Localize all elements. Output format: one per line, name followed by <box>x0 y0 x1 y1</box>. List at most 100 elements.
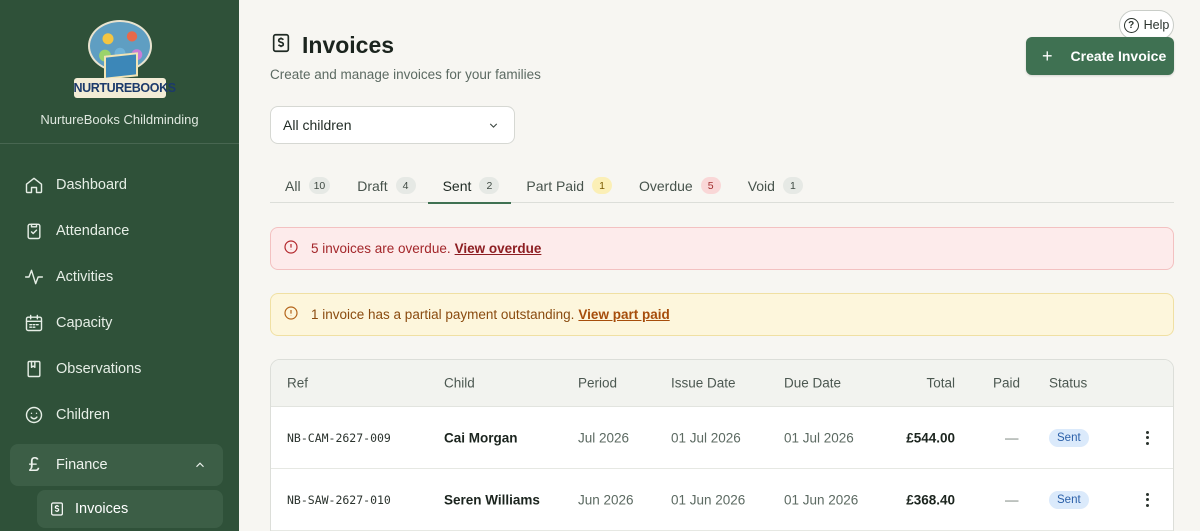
tab-count: 2 <box>479 177 500 194</box>
invoice-period: Jun 2026 <box>578 492 634 507</box>
tab-draft[interactable]: Draft 4 <box>342 168 427 203</box>
sidebar-item-activities[interactable]: Activities <box>0 254 239 300</box>
column-header-due-date[interactable]: Due Date <box>784 376 841 391</box>
help-icon: ? <box>1123 17 1139 33</box>
create-invoice-label: Create Invoice <box>1070 48 1167 64</box>
invoice-ref: NB-SAW-2627-010 <box>287 492 391 507</box>
invoice-total: £544.00 <box>906 430 955 445</box>
plus-icon: + <box>1042 46 1053 66</box>
help-label: Help <box>1143 18 1170 32</box>
sidebar-nav: Dashboard Attendance Activities Capacity… <box>0 144 239 528</box>
column-header-status[interactable]: Status <box>1049 376 1087 391</box>
tab-label: All <box>285 177 301 194</box>
invoice-child: Cai Morgan <box>444 430 518 445</box>
overdue-alert-message: 5 invoices are overdue. <box>311 241 451 256</box>
page-subtitle: Create and manage invoices for your fami… <box>270 67 541 82</box>
view-overdue-link[interactable]: View overdue <box>455 241 542 256</box>
table-row[interactable]: NB-SAW-2627-010 Seren Williams Jun 2026 … <box>271 469 1173 531</box>
invoice-period: Jul 2026 <box>578 430 630 445</box>
chevron-up-icon <box>193 458 207 476</box>
tab-label: Overdue <box>639 177 693 194</box>
tab-count: 5 <box>700 177 721 194</box>
page-title: Invoices <box>302 32 395 58</box>
chevron-down-icon <box>487 119 500 135</box>
create-invoice-button[interactable]: + Create Invoice <box>1026 37 1174 75</box>
logo-wordmark: NURTUREBOOKS <box>73 78 176 98</box>
status-tabs: All 10 Draft 4 Sent 2 Part Paid 1 Overdu… <box>270 168 1174 204</box>
sidebar-item-label: Invoices <box>75 501 129 517</box>
table-row[interactable]: NB-CAM-2627-009 Cai Morgan Jul 2026 01 J… <box>271 407 1173 469</box>
sidebar-item-attendance[interactable]: Attendance <box>0 208 239 254</box>
sidebar: NURTUREBOOKS NurtureBooks Childminding D… <box>0 0 239 531</box>
tab-count: 10 <box>308 177 331 194</box>
column-header-paid[interactable]: Paid <box>993 376 1020 391</box>
activity-icon <box>24 267 44 287</box>
clipboard-check-icon <box>24 221 44 241</box>
tab-part-paid[interactable]: Part Paid 1 <box>511 168 624 203</box>
invoices-table: Ref Child Period Issue Date Due Date Tot… <box>270 359 1174 531</box>
tab-label: Draft <box>357 177 388 194</box>
tab-label: Sent <box>442 177 472 194</box>
part-paid-alert-text: 1 invoice has a partial payment outstand… <box>311 307 670 322</box>
invoice-icon <box>270 32 292 59</box>
part-paid-alert: 1 invoice has a partial payment outstand… <box>270 293 1174 336</box>
invoice-due-date: 01 Jun 2026 <box>784 492 859 507</box>
column-header-issue-date[interactable]: Issue Date <box>671 376 736 391</box>
invoice-icon <box>49 501 65 517</box>
sidebar-item-dashboard[interactable]: Dashboard <box>0 162 239 208</box>
column-header-period[interactable]: Period <box>578 376 617 391</box>
sidebar-group-label: Finance <box>56 457 108 473</box>
sidebar-item-invoices[interactable]: Invoices <box>37 490 223 528</box>
invoice-total: £368.40 <box>906 492 955 507</box>
child-filter-select[interactable]: All children <box>270 106 515 144</box>
invoice-paid: — <box>1005 430 1019 445</box>
invoice-child: Seren Williams <box>444 492 540 507</box>
status-badge: Sent <box>1049 490 1089 509</box>
alert-circle-icon <box>283 239 299 258</box>
nurturebooks-logo[interactable]: NURTUREBOOKS <box>73 20 176 98</box>
invoice-due-date: 01 Jul 2026 <box>784 430 854 445</box>
alert-circle-icon <box>283 305 299 324</box>
sidebar-item-label: Children <box>56 407 110 423</box>
tab-overdue[interactable]: Overdue 5 <box>624 168 733 203</box>
view-part-paid-link[interactable]: View part paid <box>578 307 669 322</box>
tab-label: Void <box>747 177 775 194</box>
pound-icon: £ <box>28 454 40 476</box>
sidebar-item-label: Attendance <box>56 223 130 239</box>
overdue-alert: 5 invoices are overdue. View overdue <box>270 227 1174 270</box>
child-filter-value: All children <box>283 117 352 133</box>
invoice-ref: NB-CAM-2627-009 <box>287 430 391 445</box>
column-header-total[interactable]: Total <box>926 376 955 391</box>
sidebar-item-label: Capacity <box>56 315 113 331</box>
column-header-child[interactable]: Child <box>444 376 475 391</box>
table-header: Ref Child Period Issue Date Due Date Tot… <box>271 360 1173 407</box>
help-button[interactable]: ? Help <box>1119 10 1174 40</box>
tab-count: 1 <box>782 177 803 194</box>
sidebar-group-finance[interactable]: £ Finance <box>10 444 223 486</box>
book-icon <box>24 359 44 379</box>
sidebar-item-label: Activities <box>56 269 114 285</box>
tab-count: 1 <box>592 177 612 194</box>
page-header: Invoices <box>270 32 394 59</box>
column-header-ref[interactable]: Ref <box>287 376 308 391</box>
sidebar-item-observations[interactable]: Observations <box>0 346 239 392</box>
sidebar-item-capacity[interactable]: Capacity <box>0 300 239 346</box>
sidebar-item-label: Observations <box>56 361 142 377</box>
invoice-issue-date: 01 Jul 2026 <box>671 430 741 445</box>
tab-label: Part Paid <box>526 177 584 194</box>
part-paid-alert-message: 1 invoice has a partial payment outstand… <box>311 307 575 322</box>
tab-count: 4 <box>395 177 416 194</box>
invoice-paid: — <box>1005 492 1019 507</box>
tab-void[interactable]: Void 1 <box>733 168 815 203</box>
invoice-issue-date: 01 Jun 2026 <box>671 492 746 507</box>
brand-name: NurtureBooks Childminding <box>40 112 199 127</box>
main-content: ? Help Invoices Create and manage invoic… <box>239 0 1200 531</box>
tab-all[interactable]: All 10 <box>270 168 342 203</box>
home-icon <box>24 175 44 195</box>
more-vertical-icon <box>1137 428 1157 448</box>
sidebar-item-label: Dashboard <box>56 177 127 193</box>
tab-sent[interactable]: Sent 2 <box>427 168 512 204</box>
brand: NURTUREBOOKS NurtureBooks Childminding <box>0 0 239 144</box>
sidebar-item-children[interactable]: Children <box>0 392 239 438</box>
logo-book-illustration <box>103 52 138 80</box>
